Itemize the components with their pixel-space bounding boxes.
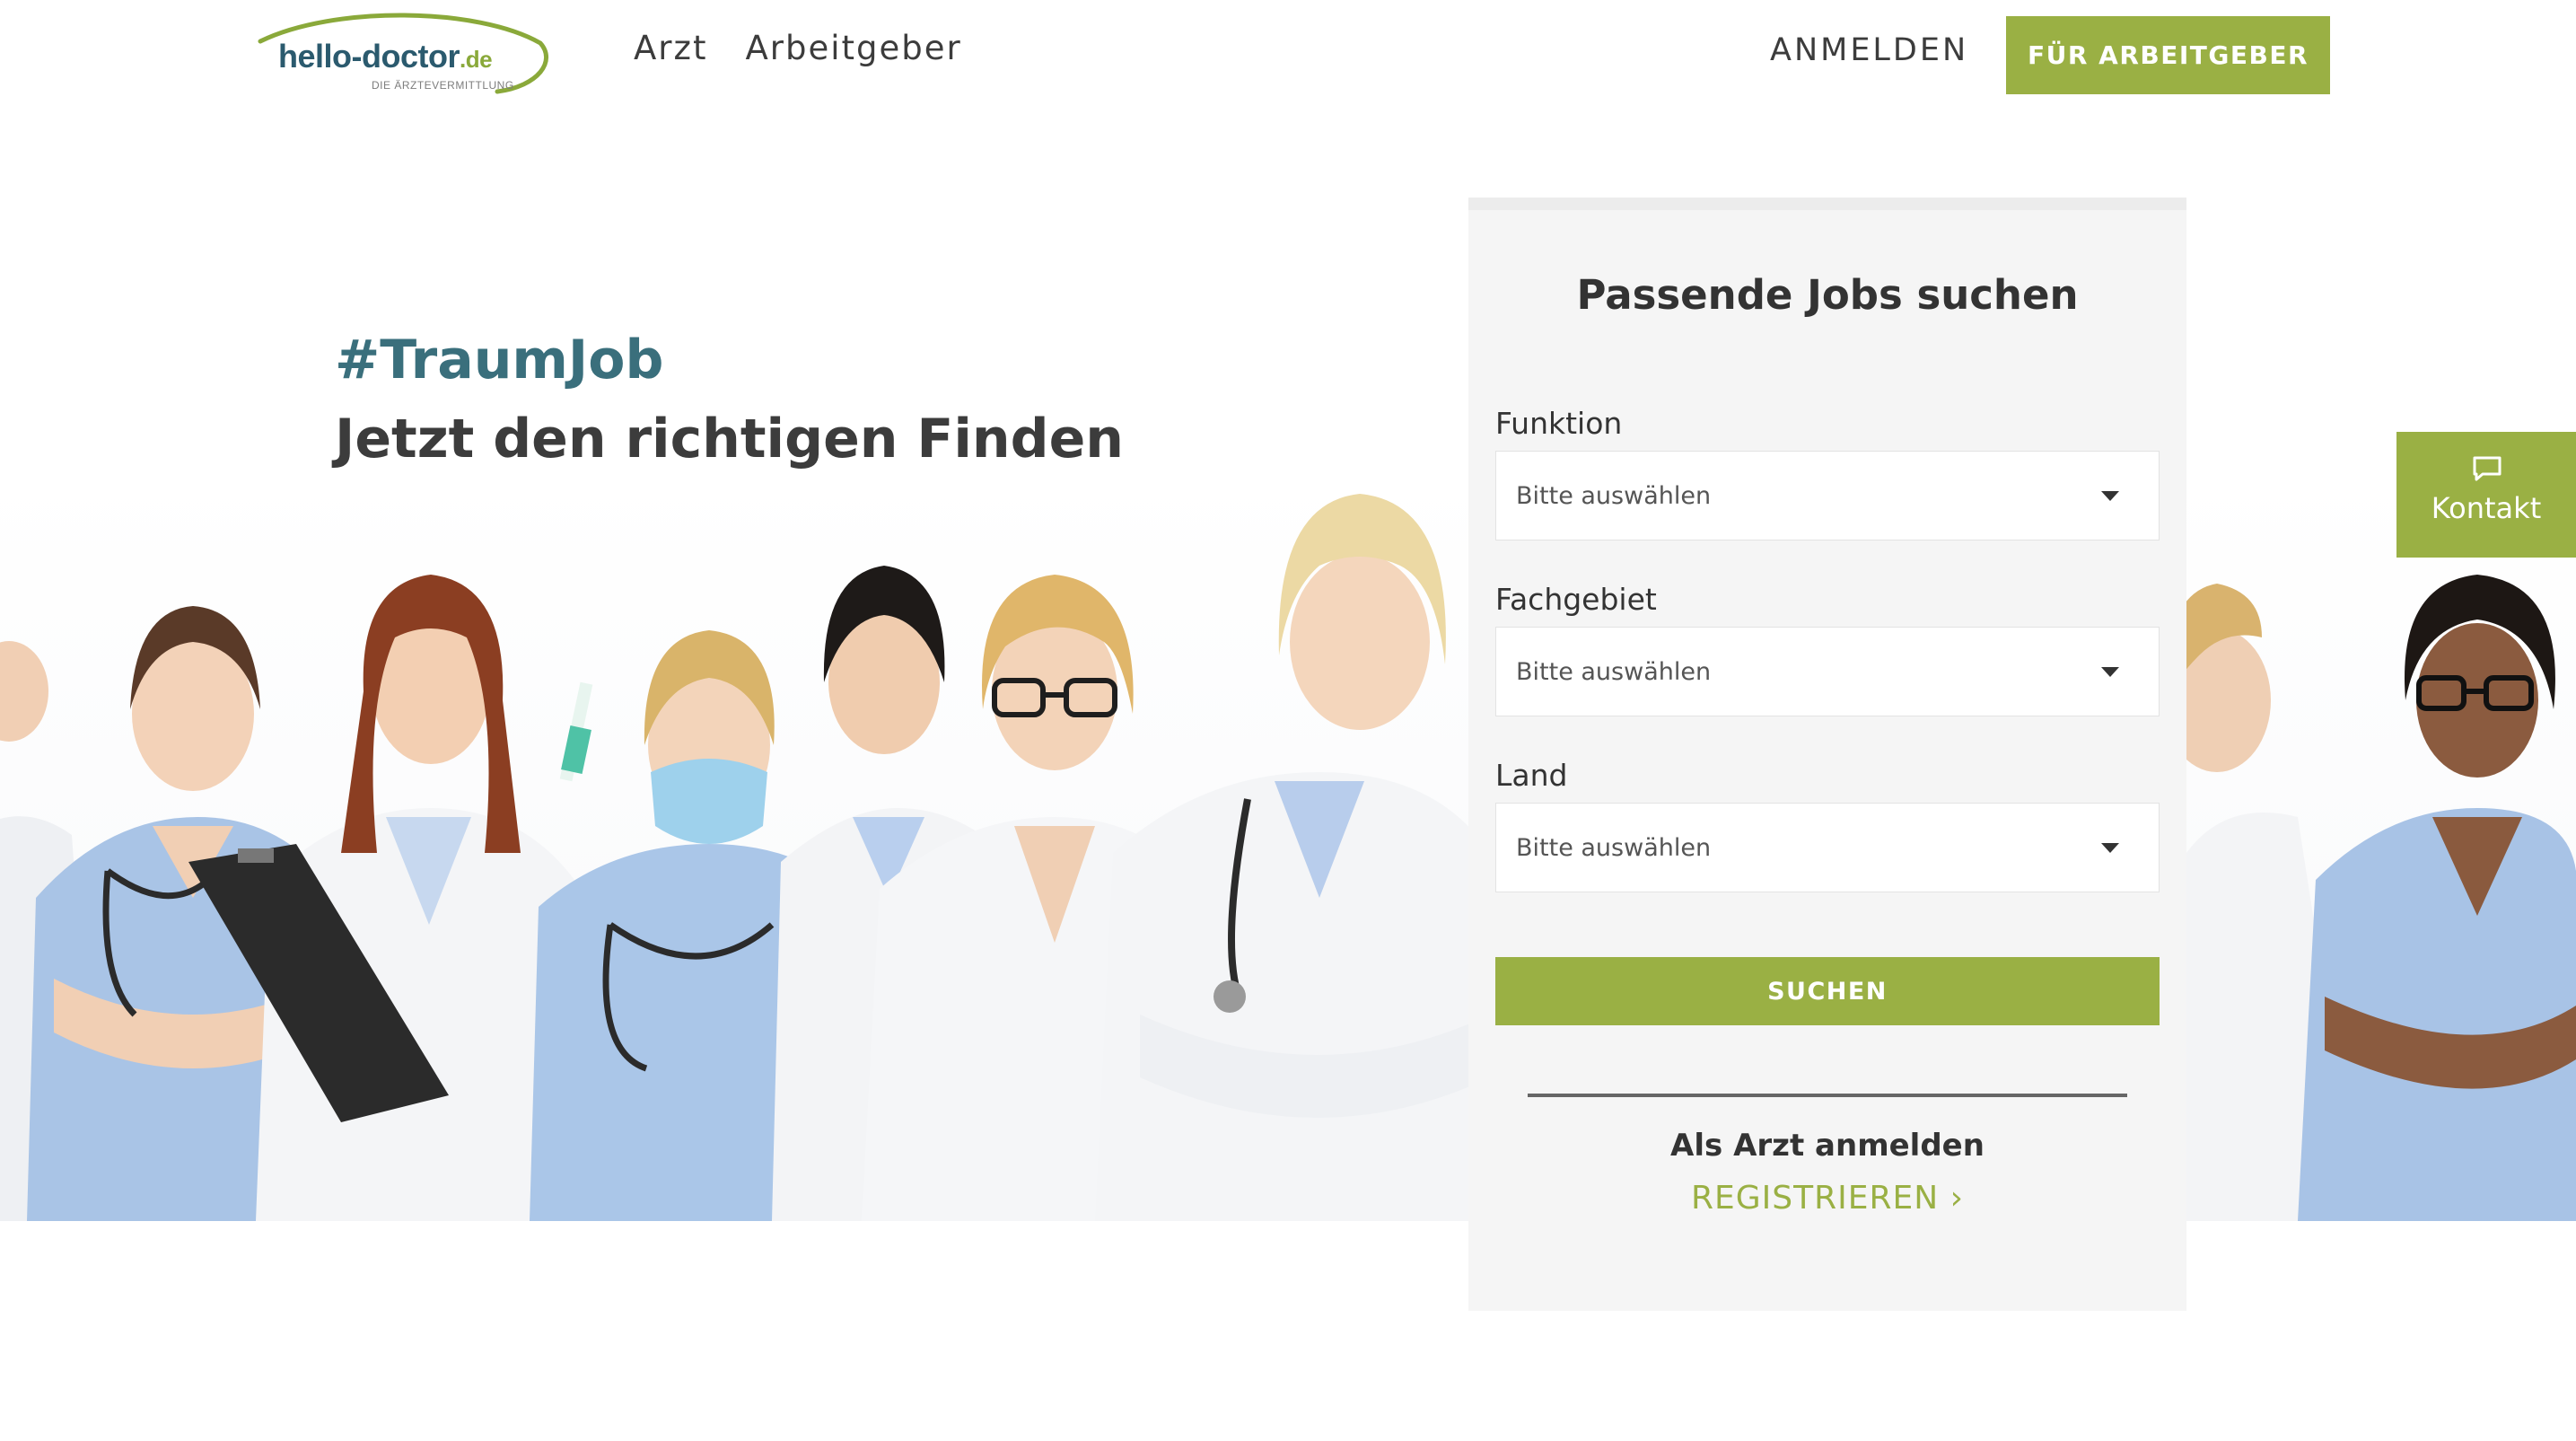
job-search-card: Passende Jobs suchen Funktion Bitte ausw… xyxy=(1468,198,2186,1311)
logo-wordmark: hello-doctor.de xyxy=(278,38,493,75)
site-header: hello-doctor.de DIE ÄRZTEVERMITTLUNG Arz… xyxy=(0,0,2576,108)
chevron-down-icon xyxy=(2101,667,2119,677)
for-employers-button[interactable]: FÜR ARBEITGEBER xyxy=(2006,16,2330,94)
search-button[interactable]: SUCHEN xyxy=(1495,957,2160,1025)
chevron-down-icon xyxy=(2101,843,2119,853)
register-heading: Als Arzt anmelden xyxy=(1670,1128,1985,1164)
funktion-select-value: Bitte auswählen xyxy=(1516,482,1712,510)
chevron-down-icon xyxy=(2101,491,2119,501)
main-nav: Arzt Arbeitgeber xyxy=(634,29,962,67)
funktion-select[interactable]: Bitte auswählen xyxy=(1495,451,2160,540)
land-select[interactable]: Bitte auswählen xyxy=(1495,803,2160,892)
funktion-label: Funktion xyxy=(1495,406,1623,441)
contact-tab[interactable]: Kontakt xyxy=(2396,432,2576,558)
hero-doctors-image xyxy=(0,476,2576,1221)
land-select-value: Bitte auswählen xyxy=(1516,834,1712,862)
nav-item-arbeitgeber[interactable]: Arbeitgeber xyxy=(745,29,961,67)
hero-subtitle: Jetzt den richtigen Finden xyxy=(335,408,1124,470)
fachgebiet-label: Fachgebiet xyxy=(1495,582,1657,617)
hello-doctor-logo[interactable]: hello-doctor.de DIE ÄRZTEVERMITTLUNG xyxy=(253,11,549,97)
fachgebiet-select[interactable]: Bitte auswählen xyxy=(1495,627,2160,716)
land-label: Land xyxy=(1495,758,1568,793)
hero-hashtag: #TraumJob xyxy=(335,329,664,391)
nav-item-arzt[interactable]: Arzt xyxy=(634,29,707,67)
login-link[interactable]: ANMELDEN xyxy=(1770,32,1968,68)
logo-tagline: DIE ÄRZTEVERMITTLUNG xyxy=(372,79,514,92)
fachgebiet-select-value: Bitte auswählen xyxy=(1516,658,1712,686)
search-card-title: Passende Jobs suchen xyxy=(1576,271,2079,319)
register-link[interactable]: REGISTRIEREN › xyxy=(1468,1180,2186,1217)
contact-label: Kontakt xyxy=(2431,491,2542,525)
card-divider xyxy=(1528,1094,2127,1097)
chat-bubble-icon xyxy=(2473,456,2502,481)
